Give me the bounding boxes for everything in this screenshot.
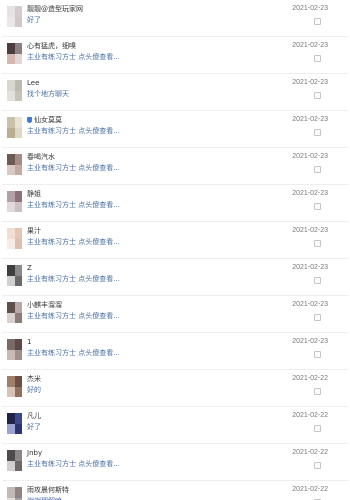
sender-name-text: 雨攻晨何斯特	[27, 486, 69, 494]
message-row[interactable]: Lee 找个地方聊天 2021-02-23	[0, 74, 350, 111]
sender-name: Lee	[27, 78, 39, 88]
message-preview[interactable]: 主业有练习方士 点头傻查看...	[27, 311, 120, 321]
sender-name-text: Z	[27, 264, 32, 272]
sender-name: 雨攻晨何斯特	[27, 485, 69, 495]
sender-name-text: 1	[27, 338, 32, 346]
sender-name-text: 小麒丰溜溜	[27, 301, 62, 309]
select-checkbox[interactable]	[314, 203, 321, 210]
message-row[interactable]: 静姐主业有练习方士 点头傻查看... 2021-02-23	[0, 185, 350, 222]
select-checkbox[interactable]	[314, 18, 321, 25]
message-date: 2021-02-23	[292, 5, 328, 12]
sender-name: 仙女莫莫	[27, 115, 62, 125]
message-date: 2021-02-23	[292, 264, 328, 271]
message-row[interactable]: 心有猛虎，细嗅主业有练习方士 点头傻查看... 2021-02-23	[0, 37, 350, 74]
message-preview[interactable]: 找个地方聊天	[27, 89, 69, 99]
sender-name: 杰米	[27, 374, 41, 384]
message-date: 2021-02-23	[292, 227, 328, 234]
sender-name-text: 凡儿	[27, 412, 41, 420]
sender-name-text: 仙女莫莫	[34, 116, 62, 124]
message-row[interactable]: 杰米好的 2021-02-22	[0, 370, 350, 407]
select-checkbox[interactable]	[314, 92, 321, 99]
message-preview[interactable]: 主业有练习方士 点头傻查看...	[27, 52, 120, 62]
message-date: 2021-02-22	[292, 375, 328, 382]
sender-name-text: 果汁	[27, 227, 41, 235]
message-preview[interactable]: 主业有练习方士 点头傻查看...	[27, 126, 120, 136]
message-preview[interactable]: 主业有练习方士 点头傻查看...	[27, 348, 120, 358]
message-row[interactable]: 小麒丰溜溜主业有练习方士 点头傻查看... 2021-02-23	[0, 296, 350, 333]
select-checkbox[interactable]	[314, 55, 321, 62]
message-preview[interactable]: 主业有练习方士 点头傻查看...	[27, 459, 120, 469]
message-preview[interactable]: 主业有练习方士 点头傻查看...	[27, 200, 120, 210]
message-date: 2021-02-23	[292, 79, 328, 86]
message-row[interactable]: 凡儿好了 2021-02-22	[0, 407, 350, 444]
message-date: 2021-02-22	[292, 412, 328, 419]
select-checkbox[interactable]	[314, 240, 321, 247]
avatar[interactable]	[7, 413, 22, 434]
select-checkbox[interactable]	[314, 277, 321, 284]
message-date: 2021-02-22	[292, 486, 328, 493]
message-row[interactable]: 靓靓@造型玩家网 好了 2021-02-23	[0, 0, 350, 37]
select-checkbox[interactable]	[314, 314, 321, 321]
message-row[interactable]: 果汁主业有练习方士 点头傻查看... 2021-02-23	[0, 222, 350, 259]
message-row[interactable]: Jnby 主业有练习方士 点头傻查看... 2021-02-22	[0, 444, 350, 481]
sender-name-text: 静姐	[27, 190, 41, 198]
sender-name: 果汁	[27, 226, 41, 236]
select-checkbox[interactable]	[314, 462, 321, 469]
select-checkbox[interactable]	[314, 351, 321, 358]
message-preview[interactable]: 好的	[27, 385, 41, 395]
sender-name-text: 靓靓@造型玩家网	[27, 5, 83, 13]
sender-name: 小麒丰溜溜	[27, 300, 62, 310]
sender-name: 靓靓@造型玩家网	[27, 4, 83, 14]
message-date: 2021-02-23	[292, 190, 328, 197]
message-preview[interactable]: 主业有练习方士 点头傻查看...	[27, 163, 120, 173]
message-date: 2021-02-23	[292, 153, 328, 160]
message-preview[interactable]: 主业有练习方士 点头傻查看...	[27, 274, 120, 284]
select-checkbox[interactable]	[314, 129, 321, 136]
verified-badge-icon	[27, 117, 32, 123]
message-preview[interactable]: 好了	[27, 422, 41, 432]
message-date: 2021-02-23	[292, 116, 328, 123]
sender-name-text: 杰米	[27, 375, 41, 383]
message-row[interactable]: 1 主业有练习方士 点头傻查看... 2021-02-23	[0, 333, 350, 370]
message-date: 2021-02-23	[292, 42, 328, 49]
avatar[interactable]	[7, 376, 22, 397]
message-row[interactable]: 春喝汽水主业有练习方士 点头傻查看... 2021-02-23	[0, 148, 350, 185]
message-date: 2021-02-23	[292, 338, 328, 345]
avatar[interactable]	[7, 117, 22, 138]
avatar[interactable]	[7, 191, 22, 212]
sender-name: 心有猛虎，细嗅	[27, 41, 76, 51]
avatar[interactable]	[7, 450, 22, 471]
sender-name: Z	[27, 263, 32, 273]
sender-name: 春喝汽水	[27, 152, 55, 162]
sender-name-text: Jnby	[27, 449, 43, 457]
message-date: 2021-02-22	[292, 449, 328, 456]
sender-name: 凡儿	[27, 411, 41, 421]
sender-name-text: 春喝汽水	[27, 153, 55, 161]
message-row[interactable]: 雨攻晨何斯特谢谢理解哈 2021-02-22	[0, 481, 350, 500]
message-list: 靓靓@造型玩家网 好了 2021-02-23 心有猛虎，细嗅 主业有练习方士 点头傻查看…	[0, 0, 350, 500]
message-row[interactable]: 仙女莫莫主业有练习方士 点头傻查看... 2021-02-23	[0, 111, 350, 148]
avatar[interactable]	[7, 487, 22, 500]
sender-name: 静姐	[27, 189, 41, 199]
sender-name: 1	[27, 337, 31, 347]
message-row[interactable]: Z 主业有练习方士 点头傻查看... 2021-02-23	[0, 259, 350, 296]
select-checkbox[interactable]	[314, 425, 321, 432]
avatar[interactable]	[7, 80, 22, 101]
message-preview[interactable]: 谢谢理解哈	[27, 496, 62, 500]
message-preview[interactable]: 好了	[27, 15, 41, 25]
sender-name-text: 心有猛虎，细嗅	[27, 42, 76, 50]
select-checkbox[interactable]	[314, 388, 321, 395]
avatar[interactable]	[7, 302, 22, 323]
select-checkbox[interactable]	[314, 166, 321, 173]
sender-name-text: Lee	[27, 79, 40, 87]
message-date: 2021-02-23	[292, 301, 328, 308]
avatar[interactable]	[7, 228, 22, 249]
avatar[interactable]	[7, 43, 22, 64]
sender-name: Jnby	[27, 448, 42, 458]
message-preview[interactable]: 主业有练习方士 点头傻查看...	[27, 237, 120, 247]
avatar[interactable]	[7, 6, 22, 27]
avatar[interactable]	[7, 265, 22, 286]
avatar[interactable]	[7, 154, 22, 175]
avatar[interactable]	[7, 339, 22, 360]
